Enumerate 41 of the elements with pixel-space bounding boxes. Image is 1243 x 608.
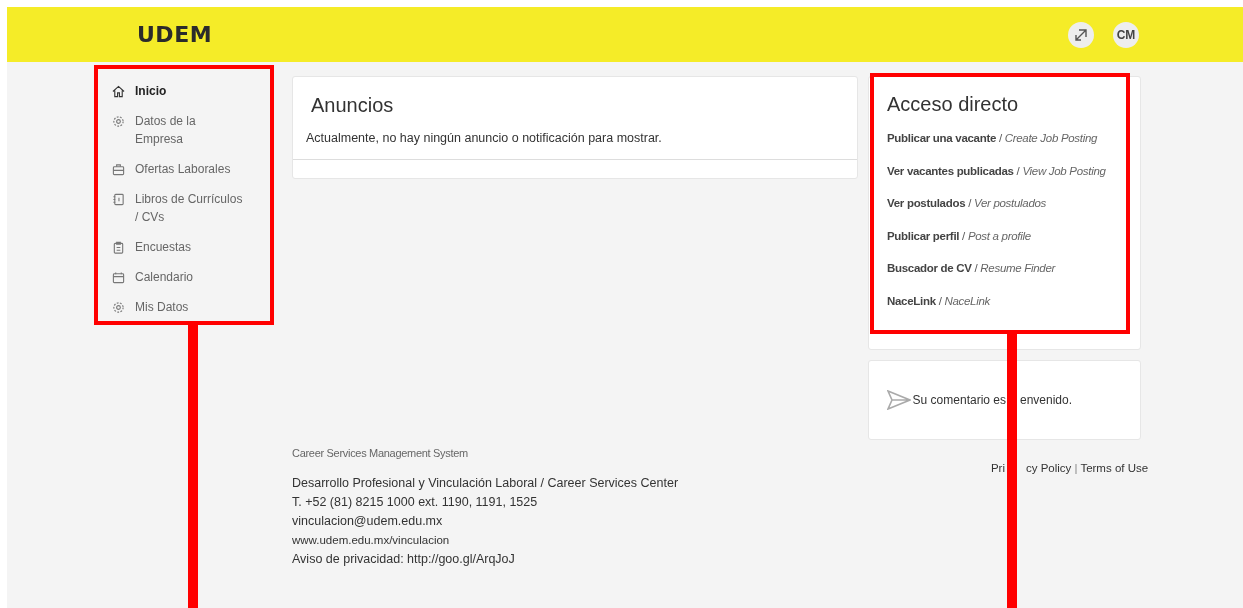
clipboard-icon [112, 241, 125, 254]
contact-line: T. +52 (81) 8215 1000 ext. 1190, 1191, 1525 [292, 494, 539, 511]
briefcase-icon [112, 163, 125, 176]
terms-link[interactable]: Terms of Use [1080, 462, 1149, 474]
sidebar-item[interactable]: Encuestas [112, 232, 192, 262]
quick-link[interactable]: Ver postulados / Ver postulados [887, 196, 1047, 211]
book-icon [112, 193, 125, 206]
home-icon [112, 85, 125, 98]
quick-link[interactable]: Publicar una vacante / Create Job Posting [887, 131, 1098, 146]
gear-icon [112, 115, 125, 128]
contact-line: vinculacion@udem.edu.mx [292, 513, 444, 530]
card-title: Anuncios [310, 93, 395, 118]
card-title: Acceso directo [887, 93, 1020, 116]
sidebar-item[interactable]: Inicio [112, 76, 167, 106]
feedback-card[interactable]: Su comentario es envenido. [868, 360, 1141, 440]
sidebar-item[interactable]: Calendario [112, 262, 194, 292]
calendar-icon [112, 271, 125, 284]
feedback-message: envenido. [1020, 393, 1074, 407]
user-avatar[interactable]: CM [1113, 21, 1139, 48]
sidebar-item[interactable]: Datos de la Empresa [112, 106, 243, 154]
quick-link[interactable]: Publicar perfil / Post a profile [887, 228, 1031, 244]
contact-line: Aviso de privacidad: http://goo.gl/ArqJoJ [292, 551, 516, 568]
sidebar-item[interactable]: Libros de Currículos / CVs [112, 184, 243, 232]
empty-message: Actualmente, no hay ningún anuncio o notificación para mostrar. [293, 131, 857, 160]
sidebar-item[interactable]: Ofertas Laborales [112, 154, 231, 184]
logo[interactable]: UDEM [137, 22, 213, 47]
quick-link[interactable]: Ver vacantes publicadas / View Job Posting [887, 163, 1106, 179]
expand-button[interactable] [1068, 21, 1094, 48]
contact-line: www.udem.edu.mx/vinculacion [292, 533, 451, 548]
gear-icon [112, 301, 125, 314]
quick-link[interactable]: NaceLink / NaceLink [887, 293, 990, 309]
expand-icon [1074, 27, 1088, 42]
separator: | [1074, 462, 1078, 474]
contact-line: Desarrollo Profesional y Vinculación Laboral / Career Services Center [292, 475, 680, 492]
system-name: Career Services Management System [292, 447, 469, 459]
feedback-message: Su comentario es [912, 393, 1006, 407]
send-icon [887, 390, 911, 410]
sidebar-item[interactable]: Mis Datos [112, 292, 189, 322]
privacy-link[interactable]: Pri [990, 462, 1005, 474]
quick-link[interactable]: Buscador de CV / Resume Finder [887, 261, 1056, 276]
privacy-link[interactable]: cy Policy [1026, 462, 1072, 474]
